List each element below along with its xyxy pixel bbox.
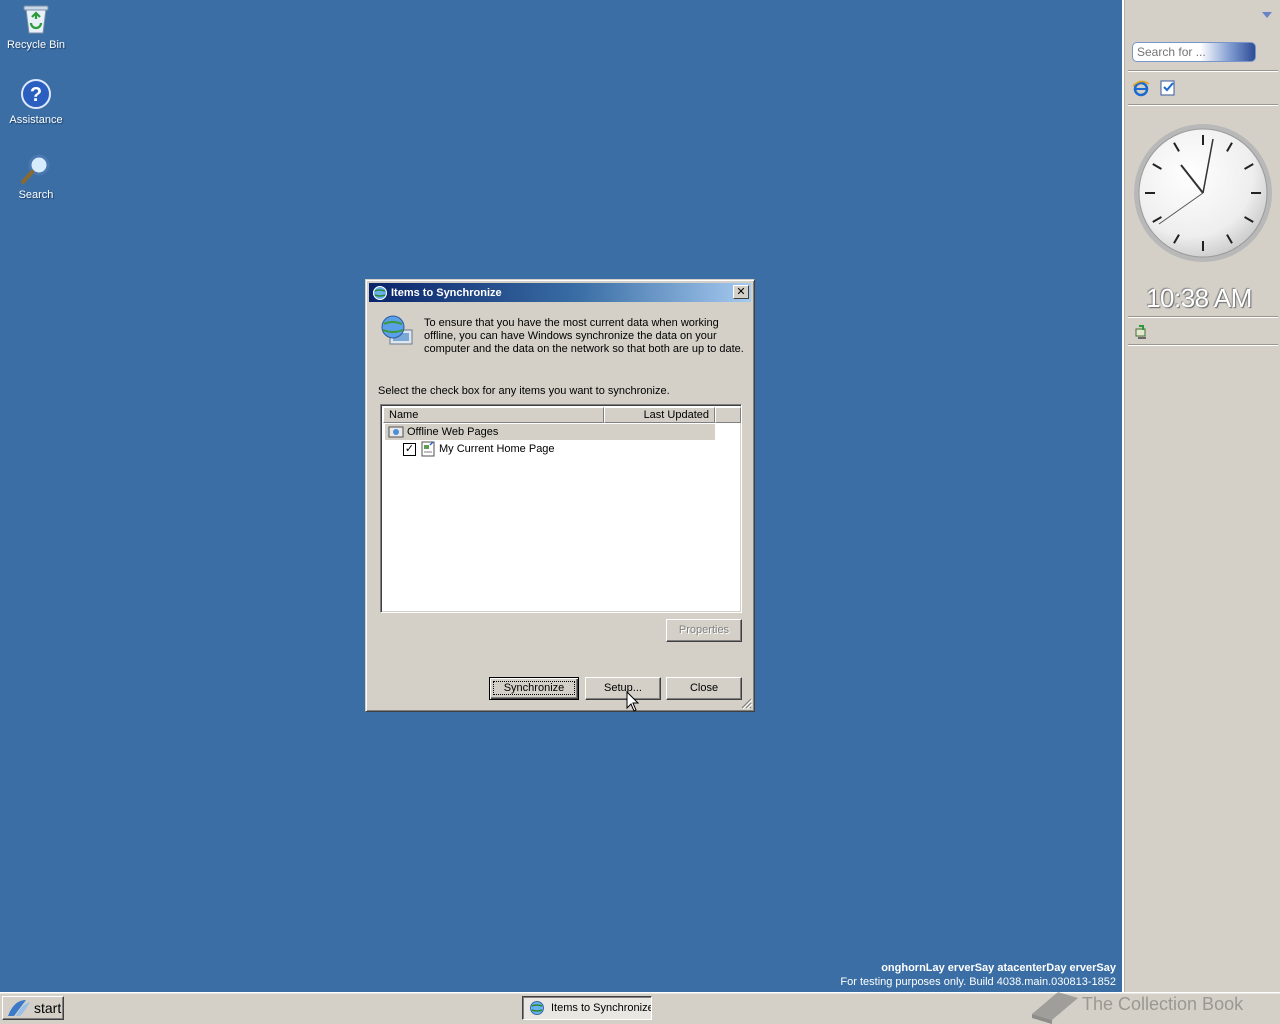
- sync-items-listview[interactable]: Name Last Updated Offline Web Pages ✓ My…: [380, 404, 742, 613]
- desktop-icon-label: Search: [18, 189, 54, 201]
- collection-text: The Collection Book: [1082, 993, 1244, 1014]
- clock-time: 10:38 AM: [1146, 283, 1252, 313]
- svg-text:?: ?: [30, 84, 42, 106]
- dialog-intro-text: To ensure that you have the most current…: [424, 317, 744, 355]
- desktop-icon-label: Assistance: [9, 114, 63, 126]
- list-item-label: My Current Home Page: [439, 443, 555, 455]
- start-button[interactable]: start: [2, 996, 64, 1020]
- dialog-close-x-button[interactable]: ✕: [733, 285, 749, 299]
- desktop-icon-label: Recycle Bin: [6, 39, 66, 51]
- column-header-last-updated[interactable]: Last Updated: [604, 407, 715, 423]
- desktop-icon-search[interactable]: Search: [2, 152, 70, 201]
- column-header-filler: [715, 407, 741, 423]
- properties-button[interactable]: Properties: [666, 619, 742, 642]
- items-to-synchronize-dialog: Items to Synchronize ✕ To ensure that yo…: [365, 279, 755, 712]
- setup-button[interactable]: Setup...: [585, 677, 661, 700]
- internet-explorer-icon[interactable]: [1132, 79, 1150, 97]
- sync-globe-icon: [372, 285, 388, 301]
- search-icon: [19, 152, 53, 186]
- windows-flag-icon: [6, 998, 32, 1018]
- notes-icon[interactable]: [1159, 79, 1177, 97]
- desktop-icon-recycle-bin[interactable]: Recycle Bin: [2, 2, 70, 51]
- start-label: start: [34, 1000, 62, 1016]
- synchronize-button[interactable]: Synchronize: [489, 677, 579, 700]
- analog-clock: [1132, 122, 1274, 264]
- desktop-icon-assistance[interactable]: ? Assistance: [2, 77, 70, 126]
- network-sync-icon[interactable]: [1134, 325, 1150, 341]
- close-button[interactable]: Close: [666, 677, 742, 700]
- sidebar-divider: [1128, 344, 1278, 346]
- dialog-instruction: Select the check box for any items you w…: [378, 385, 670, 397]
- column-header-name[interactable]: Name: [383, 407, 604, 423]
- sidebar-divider: [1128, 70, 1278, 72]
- taskbar-button-items-to-synchronize[interactable]: Items to Synchronize: [522, 996, 652, 1020]
- sync-computer-globe-icon: [380, 314, 414, 348]
- collection-book-watermark: The Collection Book: [1028, 984, 1243, 1024]
- web-page-icon: [420, 441, 436, 457]
- dialog-title: Items to Synchronize: [391, 286, 502, 299]
- sidebar-divider: [1128, 104, 1278, 106]
- offline-pages-icon: [388, 424, 404, 440]
- sync-globe-icon: [529, 1000, 545, 1016]
- list-group-offline-web-pages[interactable]: Offline Web Pages: [385, 424, 715, 440]
- list-group-label: Offline Web Pages: [407, 426, 499, 438]
- book-icon: [1032, 992, 1078, 1024]
- sidebar-menu-arrow-icon[interactable]: [1262, 12, 1272, 18]
- recycle-bin-icon: [19, 2, 53, 36]
- list-item-my-current-home-page[interactable]: ✓ My Current Home Page: [403, 441, 555, 457]
- sidebar-divider: [1128, 316, 1278, 318]
- resize-grip-icon[interactable]: [740, 697, 753, 710]
- dialog-titlebar[interactable]: Items to Synchronize ✕: [369, 283, 751, 302]
- mouse-pointer-icon: [626, 690, 640, 713]
- taskbar-button-label: Items to Synchronize: [551, 1002, 652, 1014]
- sidebar: 10:38 AM: [1122, 0, 1280, 992]
- help-icon: ?: [19, 77, 53, 111]
- listview-header: Name Last Updated: [383, 407, 741, 423]
- sidebar-search-input[interactable]: [1132, 42, 1256, 62]
- item-checkbox[interactable]: ✓: [403, 442, 416, 456]
- watermark-product: onghornLay erverSay atacenterDay erverSa…: [881, 962, 1116, 974]
